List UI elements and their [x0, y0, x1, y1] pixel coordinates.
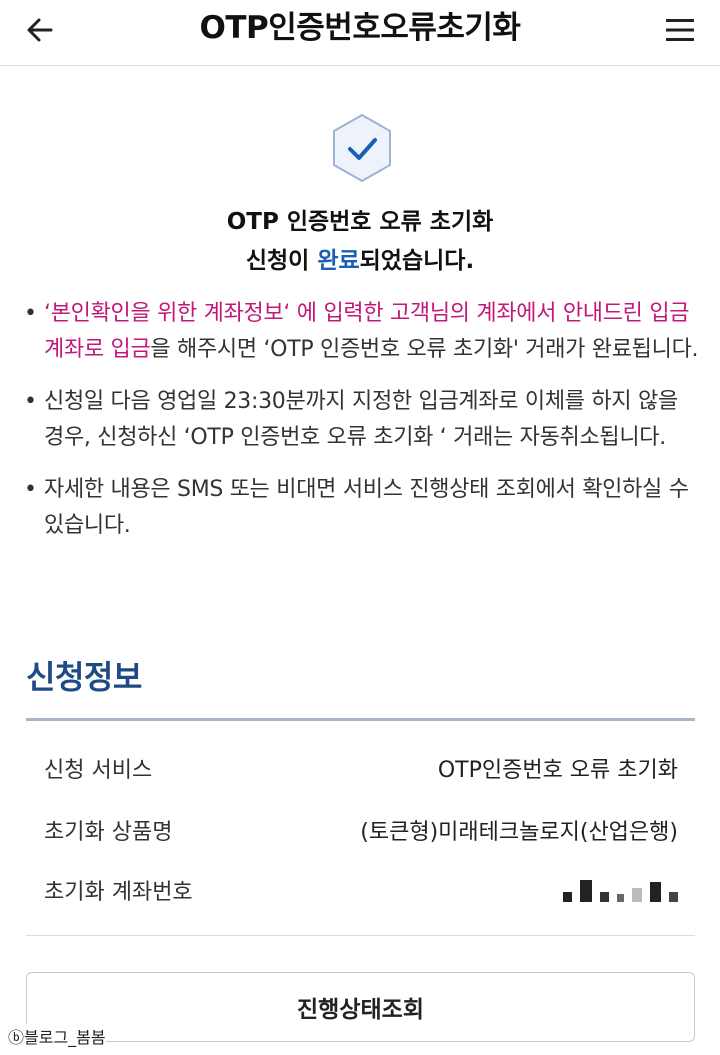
- check-badge-icon: [333, 113, 391, 183]
- info-row-account: 초기화 계좌번호: [44, 870, 678, 910]
- notice-text: 신청일 다음 영업일 23:30분까지 지정한 입금계좌로 이체를 하지 않을 …: [44, 389, 678, 450]
- info-value: (토큰형)미래테크놀로지(산업은행): [360, 820, 678, 845]
- bullet: •: [24, 301, 37, 326]
- notice-item: • 신청일 다음 영업일 23:30분까지 지정한 입금계좌로 이체를 하지 않을…: [24, 384, 700, 456]
- back-button[interactable]: [18, 8, 62, 52]
- watermark: ⓑ블로그_봄봄: [8, 1024, 106, 1048]
- result-text-pre: 신청이: [245, 248, 318, 274]
- hamburger-menu-icon: [666, 19, 694, 41]
- page-title: OTP인증번호오류초기화: [199, 10, 521, 46]
- notice-list: • ‘본인확인을 위한 계좌정보‘ 에 입력한 고객님의 계좌에서 안내드린 입금…: [24, 296, 700, 560]
- section-title: 신청정보: [26, 658, 142, 696]
- section-divider: [26, 718, 695, 721]
- info-label: 초기화 계좌번호: [44, 880, 193, 905]
- info-label: 초기화 상품명: [44, 820, 173, 845]
- bottom-divider: [26, 935, 695, 936]
- result-text-accent: 완료: [317, 248, 360, 274]
- arrow-left-icon: [27, 18, 53, 42]
- notice-item: • ‘본인확인을 위한 계좌정보‘ 에 입력한 고객님의 계좌에서 안내드린 입금…: [24, 296, 700, 368]
- result-message-line2: 신청이 완료되었습니다.: [0, 241, 720, 275]
- menu-button[interactable]: [658, 8, 702, 52]
- info-row-service: 신청 서비스 OTP인증번호 오류 초기화: [44, 748, 678, 788]
- bullet: •: [24, 389, 37, 414]
- result-message-line1: OTP 인증번호 오류 초기화: [226, 209, 494, 235]
- bullet: •: [24, 477, 37, 502]
- notice-item: • 자세한 내용은 SMS 또는 비대면 서비스 진행상태 조회에서 확인하실 수…: [24, 472, 700, 544]
- info-row-product: 초기화 상품명 (토큰형)미래테크놀로지(산업은행): [44, 810, 678, 850]
- notice-text: 자세한 내용은 SMS 또는 비대면 서비스 진행상태 조회에서 확인하실 수 …: [44, 477, 689, 538]
- info-value: OTP인증번호 오류 초기화: [437, 758, 678, 783]
- app-header: OTP인증번호오류초기화: [0, 0, 720, 66]
- result-text-post: 되었습니다.: [359, 248, 475, 274]
- masked-account-number: [563, 878, 678, 902]
- info-label: 신청 서비스: [44, 758, 153, 783]
- status-inquiry-button[interactable]: 진행상태조회: [26, 972, 695, 1042]
- notice-text: 을 해주시면 ‘OTP 인증번호 오류 초기화' 거래가 완료됩니다.: [150, 337, 699, 362]
